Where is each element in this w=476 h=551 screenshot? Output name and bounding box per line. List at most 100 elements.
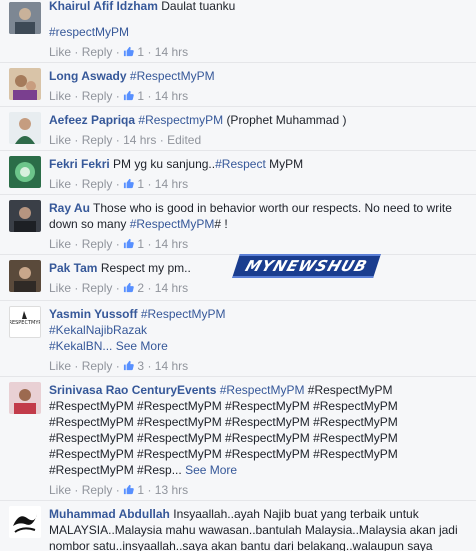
like-count[interactable]: 1 [137, 89, 144, 103]
like-count[interactable]: 1 [137, 177, 144, 191]
like-button[interactable]: Like [49, 45, 71, 59]
comment-item: #RESPECTMYPM Yasmin Yussoff #RespectMyPM… [0, 300, 476, 377]
comment-author[interactable]: Ray Au [49, 201, 90, 215]
comment-text: (Prophet Muhammad ) [226, 113, 347, 127]
separator: · [159, 133, 164, 147]
separator: · [115, 133, 120, 147]
timestamp[interactable]: 14 hrs [155, 237, 188, 251]
comment-author[interactable]: Muhammad Abdullah [49, 507, 170, 521]
see-more-link[interactable]: See More [185, 463, 237, 477]
reply-button[interactable]: Reply [82, 133, 113, 147]
comment-feed: Khairul Afif Idzham Daulat tuanku #respe… [0, 0, 476, 551]
comment-author[interactable]: Khairul Afif Idzham [49, 0, 158, 13]
reply-button[interactable]: Reply [82, 237, 113, 251]
comment-author[interactable]: Fekri Fekri [49, 157, 110, 171]
timestamp[interactable]: 13 hrs [155, 483, 188, 497]
separator: · [74, 177, 79, 191]
reply-button[interactable]: Reply [82, 177, 113, 191]
like-button[interactable]: Like [49, 177, 71, 191]
like-count[interactable]: 3 [137, 359, 144, 373]
like-button[interactable]: Like [49, 237, 71, 251]
comment-author[interactable]: Pak Tam [49, 261, 97, 275]
avatar[interactable] [9, 506, 41, 538]
separator: · [74, 483, 79, 497]
reply-button[interactable]: Reply [82, 281, 113, 295]
separator: · [147, 89, 152, 103]
comment-item: Khairul Afif Idzham Daulat tuanku #respe… [0, 0, 476, 63]
hashtag-link[interactable]: #RespectMyPM [130, 217, 215, 231]
comment-author[interactable]: Long Aswady [49, 69, 127, 83]
thumbs-up-icon [123, 282, 134, 293]
svg-text:#RESPECTMYPM: #RESPECTMYPM [10, 320, 40, 326]
separator: · [147, 359, 152, 373]
comment-text: Those who is good in behavior worth our … [93, 201, 452, 215]
avatar[interactable] [9, 156, 41, 188]
like-count[interactable]: 2 [137, 281, 144, 295]
timestamp[interactable]: 14 hrs [155, 89, 188, 103]
reply-button[interactable]: Reply [82, 359, 113, 373]
hashtag-link[interactable]: #Respect [215, 157, 266, 171]
edited-label[interactable]: Edited [167, 133, 201, 147]
see-more-link[interactable]: See More [116, 339, 168, 353]
comment-text: down so many [49, 217, 127, 231]
like-count[interactable]: 1 [137, 237, 144, 251]
separator: · [147, 45, 152, 59]
avatar[interactable] [9, 260, 41, 292]
separator: · [74, 133, 79, 147]
hashtag-link[interactable]: #RespectmyPM [138, 113, 223, 127]
comment-text: #RespectMyPM [307, 383, 393, 397]
thumbs-up-icon [123, 46, 134, 57]
timestamp[interactable]: 14 hrs [155, 281, 188, 295]
separator: · [74, 237, 79, 251]
hashtag-link[interactable]: #RespectMyPM [220, 383, 305, 397]
comment-author[interactable]: Srinivasa Rao CenturyEvents [49, 383, 216, 397]
comment-text: Daulat tuanku [161, 0, 236, 13]
like-button[interactable]: Like [49, 133, 71, 147]
comment-item: Muhammad Abdullah Insyaallah..ayah Najib… [0, 500, 476, 551]
like-button[interactable]: Like [49, 483, 71, 497]
comment-item: Ray Au Those who is good in behavior wor… [0, 194, 476, 255]
avatar[interactable] [9, 200, 41, 232]
hashtag-link[interactable]: #KekalBN... [49, 339, 112, 353]
avatar[interactable] [9, 2, 41, 34]
separator: · [147, 237, 152, 251]
timestamp[interactable]: 14 hrs [155, 45, 188, 59]
timestamp[interactable]: 14 hrs [155, 177, 188, 191]
comment-text: MALAYSIA..Malaysia mahu wawasan..bantula… [49, 523, 458, 537]
comment-author[interactable]: Aefeez Papriqa [49, 113, 135, 127]
thumbs-up-icon [123, 360, 134, 371]
separator: · [74, 89, 79, 103]
thumbs-up-icon [123, 484, 134, 495]
hashtag-link[interactable]: #RespectMyPM [141, 307, 226, 321]
avatar[interactable] [9, 68, 41, 100]
avatar[interactable]: #RESPECTMYPM [9, 306, 41, 338]
separator: · [115, 483, 120, 497]
reply-button[interactable]: Reply [82, 483, 113, 497]
reply-button[interactable]: Reply [82, 45, 113, 59]
like-button[interactable]: Like [49, 89, 71, 103]
hashtag-link[interactable]: #RespectMyPM [130, 69, 215, 83]
thumbs-up-icon [123, 178, 134, 189]
like-button[interactable]: Like [49, 359, 71, 373]
reply-button[interactable]: Reply [82, 89, 113, 103]
timestamp[interactable]: 14 hrs [155, 359, 188, 373]
thumbs-up-icon [123, 238, 134, 249]
like-count[interactable]: 1 [137, 45, 144, 59]
hashtag-link[interactable]: #respectMyPM [49, 25, 129, 39]
separator: · [115, 177, 120, 191]
like-button[interactable]: Like [49, 281, 71, 295]
avatar[interactable] [9, 382, 41, 414]
separator: · [115, 359, 120, 373]
like-count[interactable]: 1 [137, 483, 144, 497]
timestamp[interactable]: 14 hrs [123, 133, 156, 147]
hashtag-link[interactable]: #KekalNajibRazak [49, 323, 147, 337]
comment-item: Long Aswady #RespectMyPM Like · Reply · … [0, 62, 476, 107]
avatar[interactable] [9, 112, 41, 144]
separator: · [115, 237, 120, 251]
comment-text: MyPM [269, 157, 304, 171]
comment-text: #RespectMyPM #RespectMyPM #RespectMyPM #… [49, 415, 398, 429]
separator: · [147, 281, 152, 295]
comment-author[interactable]: Yasmin Yussoff [49, 307, 137, 321]
separator: · [74, 281, 79, 295]
separator: · [147, 177, 152, 191]
